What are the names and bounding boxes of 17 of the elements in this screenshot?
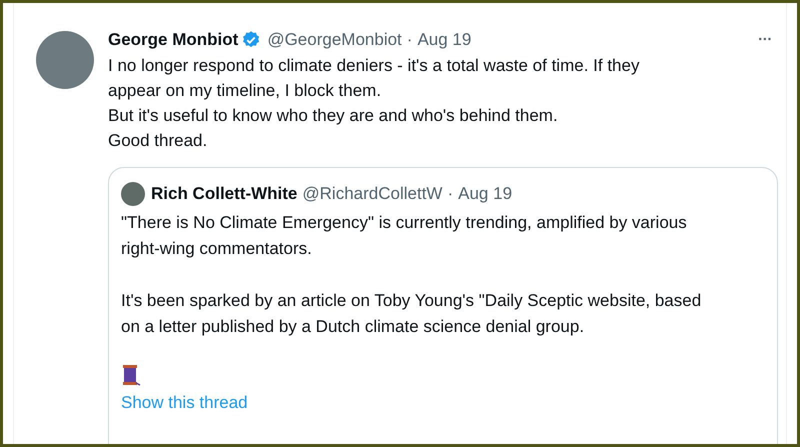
more-options-button[interactable]: ···	[758, 28, 772, 51]
author-name[interactable]: George Monbiot	[108, 27, 238, 52]
separator-dot: ·	[447, 182, 454, 205]
quoted-avatar-photo-placeholder	[121, 182, 145, 206]
tweet-text: Good thread.	[108, 130, 208, 152]
tweet-date[interactable]: Aug 19	[417, 27, 472, 52]
tweet-text: I no longer respond to climate deniers - it's a total waste of time. If they appear on my timeline, I block them.	[108, 54, 640, 102]
author-handle[interactable]: @GeorgeMonbiot	[267, 27, 402, 52]
tweet-text: But it's useful to know who they are and who's behind them.	[108, 104, 559, 126]
quoted-author-name: Rich Collett-White	[151, 182, 298, 205]
thread-spool-icon	[121, 364, 141, 386]
quoted-tweet-text: It's been sparked by an article on Toby Young's "Daily Sceptic website, based on a letter published by a Dutch climate science denial group.	[121, 290, 702, 338]
separator-dot: ·	[406, 29, 412, 51]
quoted-tweet-date: Aug 19	[458, 182, 512, 205]
quoted-author-handle: @RichardCollettW	[302, 182, 442, 205]
quoted-tweet-text: "There is No Climate Emergency" is currently trending, amplified by various right-wing commentators.	[121, 212, 688, 260]
quoted-tweet-card[interactable]	[108, 166, 778, 444]
